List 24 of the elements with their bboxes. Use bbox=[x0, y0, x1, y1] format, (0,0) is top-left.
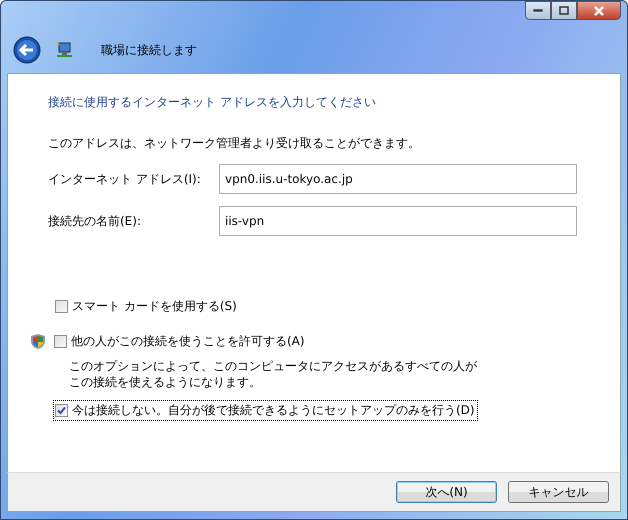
checkbox-option[interactable]: 他の人がこの接続を使うことを許可する(A) bbox=[52, 331, 308, 352]
network-icon bbox=[55, 41, 73, 59]
checkmark-icon bbox=[57, 406, 66, 415]
close-button[interactable] bbox=[577, 1, 621, 20]
description-text: このアドレスは、ネットワーク管理者より受け取ることができます。 bbox=[48, 135, 421, 152]
maximize-button[interactable] bbox=[551, 1, 577, 20]
field-label: インターネット アドレス(I): bbox=[48, 170, 202, 188]
next-button[interactable]: 次へ(N) bbox=[396, 481, 497, 503]
close-icon bbox=[593, 6, 605, 16]
shield-icon bbox=[30, 333, 46, 350]
window-title: 職場に接続します bbox=[101, 42, 197, 58]
minimize-button[interactable] bbox=[525, 1, 551, 20]
input-field[interactable]: vpn0.iis.u-tokyo.ac.jp bbox=[219, 164, 577, 194]
option-description: このオプションによって、このコンピュータにアクセスがあるすべての人が bbox=[69, 358, 477, 374]
checkbox-option[interactable]: 今は接続しない。自分が後で接続できるようにセットアップのみを行う(D) bbox=[53, 400, 478, 421]
checkbox-option[interactable]: スマート カードを使用する(S) bbox=[53, 296, 240, 317]
back-button[interactable] bbox=[13, 36, 41, 64]
maximize-icon bbox=[559, 6, 569, 15]
field-label: 接続先の名前(E): bbox=[48, 212, 142, 230]
option-description: この接続を使えるようになります。 bbox=[69, 374, 261, 390]
minimize-icon bbox=[533, 8, 543, 12]
input-field[interactable]: iis-vpn bbox=[219, 206, 577, 236]
cancel-button[interactable]: キャンセル bbox=[508, 481, 609, 503]
page-heading: 接続に使用するインターネット アドレスを入力してください bbox=[48, 94, 377, 111]
